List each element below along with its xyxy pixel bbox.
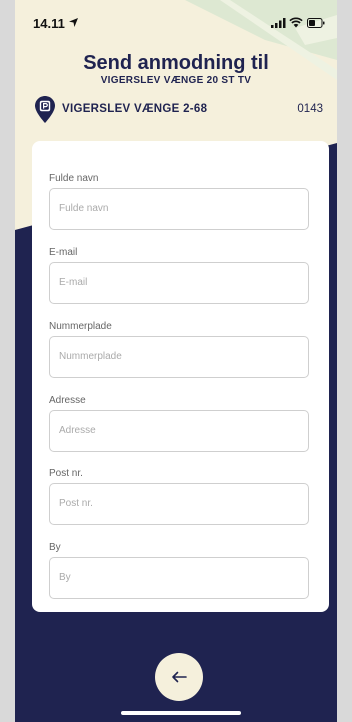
parking-pin-icon [35, 96, 55, 123]
city-label: By [49, 542, 61, 553]
wifi-icon [289, 17, 303, 28]
full-name-input[interactable]: Fulde navn [49, 188, 309, 230]
page-subtitle: VIGERSLEV VÆNGE 20 ST TV [100, 75, 252, 86]
postal-code-input[interactable]: Post nr. [49, 483, 309, 525]
back-button[interactable] [155, 653, 203, 701]
status-bar: 14.11 [15, 0, 337, 44]
location-arrow-icon [69, 18, 78, 27]
license-plate-label: Nummerplade [49, 321, 112, 332]
city-input[interactable]: By [49, 557, 309, 599]
arrow-left-icon [172, 671, 187, 683]
signal-icon [271, 18, 286, 28]
location-code: 0143 [297, 103, 323, 115]
page-title: Send anmodning til [83, 52, 269, 74]
email-input[interactable]: E-mail [49, 262, 309, 304]
address-input[interactable]: Adresse [49, 410, 309, 452]
postal-code-label: Post nr. [49, 468, 83, 479]
battery-icon [307, 18, 325, 28]
location-name: VIGERSLEV VÆNGE 2-68 [62, 103, 208, 115]
email-label: E-mail [49, 247, 78, 258]
license-plate-input[interactable]: Nummerplade [49, 336, 309, 378]
request-form: Fulde navn Fulde navn E-mail E-mail Numm… [32, 141, 329, 612]
status-time: 14.11 [33, 16, 65, 31]
address-label: Adresse [49, 395, 86, 406]
full-name-label: Fulde navn [49, 173, 99, 184]
phone-screen: 14.11 Send anmodning til VIGERSLEV VÆNGE… [15, 0, 337, 722]
home-indicator [121, 711, 241, 715]
